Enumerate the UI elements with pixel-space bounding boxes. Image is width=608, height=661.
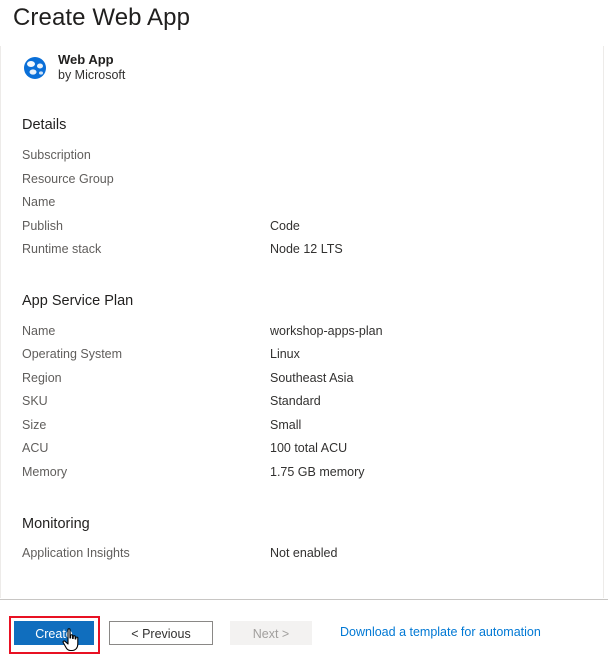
download-template-link[interactable]: Download a template for automation [340,625,541,639]
plan-row: ACU 100 total ACU [22,441,582,461]
create-button[interactable]: Create [14,621,94,645]
plan-row: Size Small [22,418,582,438]
row-label: Region [22,371,62,385]
action-footer: Create < Previous Next > Download a temp… [0,599,608,661]
row-value: workshop-apps-plan [270,324,383,338]
page-title: Create Web App [13,4,191,31]
detail-row: Name [22,195,582,215]
section-title-details: Details [22,117,67,133]
plan-row: SKU Standard [22,394,582,414]
hand-pointer-cursor-icon [62,628,79,652]
row-label: ACU [22,441,49,455]
web-app-globe-icon [24,57,46,79]
detail-row: Publish Code [22,219,582,239]
row-value: Linux [270,347,300,361]
row-label: Name [22,195,56,209]
plan-row: Operating System Linux [22,347,582,367]
plan-row: Region Southeast Asia [22,371,582,391]
plan-row: Memory 1.75 GB memory [22,465,582,485]
detail-row: Runtime stack Node 12 LTS [22,242,582,262]
row-value: Not enabled [270,546,338,560]
next-button: Next > [230,621,312,645]
plan-row: Name workshop-apps-plan [22,324,582,344]
row-value: Node 12 LTS [270,242,343,256]
row-label: Application Insights [22,546,130,560]
product-publisher: by Microsoft [58,68,126,82]
detail-row: Subscription [22,148,582,168]
row-label: SKU [22,394,48,408]
row-label: Memory [22,465,68,479]
review-content[interactable]: Web App by Microsoft Details Subscriptio… [0,46,604,598]
section-title-monitoring: Monitoring [22,516,90,532]
previous-button[interactable]: < Previous [109,621,213,645]
row-value: Southeast Asia [270,371,354,385]
row-label: Subscription [22,148,91,162]
product-name: Web App [58,52,114,67]
row-value: Standard [270,394,321,408]
row-label: Runtime stack [22,242,102,256]
row-value: Code [270,219,300,233]
section-title-app-service-plan: App Service Plan [22,293,134,309]
row-value: 1.75 GB memory [270,465,365,479]
row-value: 100 total ACU [270,441,348,455]
row-label: Operating System [22,347,123,361]
row-label: Publish [22,219,63,233]
row-value: Small [270,418,302,432]
row-label: Resource Group [22,172,114,186]
detail-row: Resource Group [22,172,582,192]
row-label: Name [22,324,56,338]
row-label: Size [22,418,47,432]
monitoring-row: Application Insights Not enabled [22,546,582,566]
